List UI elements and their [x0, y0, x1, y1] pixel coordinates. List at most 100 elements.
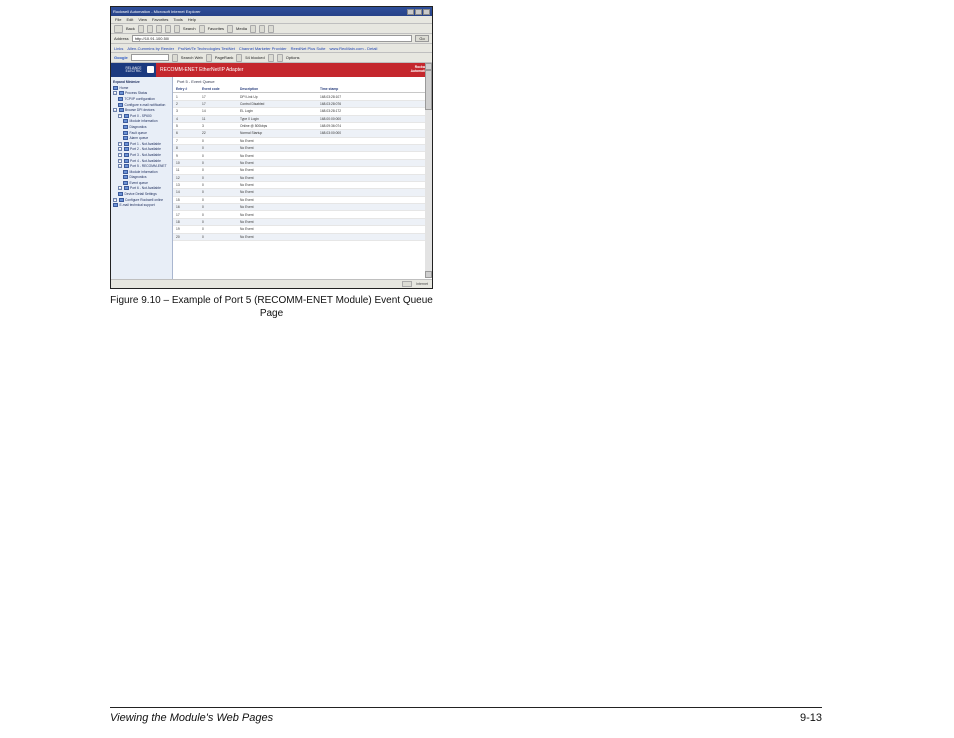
google-search-input[interactable] [131, 54, 169, 61]
folder-icon [119, 91, 124, 95]
print-button[interactable] [268, 25, 274, 33]
expand-icon[interactable]: – [113, 198, 117, 202]
links-label: Links [114, 46, 123, 51]
link-item[interactable]: Allen-Cummins by Reeder [127, 46, 174, 51]
favorites-icon[interactable] [199, 25, 205, 33]
tree-node[interactable]: –Configure Rockwell online [113, 197, 170, 203]
back-button[interactable] [114, 25, 123, 33]
folder-icon [113, 86, 118, 90]
nav-tree: Expand Minimize Home–Process StatusTCP/I… [111, 77, 173, 288]
folder-icon [123, 136, 128, 140]
scroll-thumb[interactable] [425, 70, 432, 110]
cell: 17 [199, 100, 237, 107]
cell [317, 159, 432, 166]
google-searchweb-label[interactable]: Search Web [181, 55, 203, 60]
table-row: 53Online @ 500kbps168.09:36:074 [173, 122, 432, 129]
cell: Online @ 500kbps [237, 122, 317, 129]
expand-icon[interactable]: – [118, 159, 122, 163]
menu-help[interactable]: Help [188, 17, 196, 22]
event-queue-table: Entry # Event code Description Time stam… [173, 86, 432, 241]
options-icon[interactable] [277, 54, 283, 62]
history-button[interactable] [250, 25, 256, 33]
cell: 168.03:00:000 [317, 130, 432, 137]
link-item[interactable]: www.RecMain.com - Detail [330, 46, 378, 51]
tree-node[interactable]: Configure e-mail notification [113, 102, 170, 108]
link-item[interactable]: ProNet/Te Technologies TestNet [178, 46, 235, 51]
expand-icon[interactable]: – [118, 153, 122, 157]
google-search-button[interactable] [172, 54, 178, 62]
link-item[interactable]: Channel Marketer Provider [239, 46, 287, 51]
cell: 0 [199, 189, 237, 196]
table-row: 411Type 0 Login168.00:00:000 [173, 115, 432, 122]
expand-icon[interactable]: – [113, 91, 117, 95]
favorites-label: Favorites [208, 26, 224, 31]
popup-blocked-icon[interactable] [236, 54, 242, 62]
table-row: 120No Event [173, 174, 432, 181]
autofill-icon[interactable] [268, 54, 274, 62]
google-toolbar: Google Search Web PageRank 54 blocked Op… [111, 53, 432, 63]
address-value: http://10.91.100.50/ [135, 36, 169, 41]
folder-icon [123, 125, 128, 129]
stop-button[interactable] [147, 25, 153, 33]
folder-icon [118, 103, 123, 107]
cell: 168.03:28:076 [317, 100, 432, 107]
go-button[interactable]: Go [415, 35, 429, 42]
expand-icon[interactable]: – [118, 186, 122, 190]
mail-button[interactable] [259, 25, 265, 33]
expand-icon[interactable]: – [118, 142, 122, 146]
caption-line2: Page [260, 308, 283, 319]
menu-tools[interactable]: Tools [173, 17, 182, 22]
expand-icon[interactable]: – [118, 114, 122, 118]
tree-node-label: Configure e-mail notification [125, 103, 166, 107]
cell: No Event [237, 218, 317, 225]
cell: 0 [199, 233, 237, 240]
cell: No Event [237, 159, 317, 166]
cell: 3 [199, 122, 237, 129]
vertical-scrollbar[interactable] [425, 63, 432, 278]
forward-button[interactable] [138, 25, 144, 33]
cell [317, 145, 432, 152]
figure-frame: Rockwell Automation - Microsoft Internet… [110, 6, 433, 289]
scroll-up-icon[interactable] [425, 63, 432, 70]
link-item[interactable]: ReedNet Plus Suite [291, 46, 326, 51]
footer-page-number: 9-13 [800, 712, 822, 724]
brand-block: RELIANCE ELECTRIC [111, 63, 156, 77]
tree-node-label: Port 5 - RECOMM-ENET [130, 164, 167, 168]
menu-favorites[interactable]: Favorites [152, 17, 168, 22]
expand-icon[interactable]: – [118, 164, 122, 168]
refresh-button[interactable] [156, 25, 162, 33]
page-footer: Viewing the Module's Web Pages 9-13 [110, 707, 822, 724]
tree-node-label: TCP/IP configuration [125, 97, 155, 101]
folder-icon [119, 198, 124, 202]
minimize-icon[interactable] [407, 9, 414, 15]
options-label[interactable]: Options [286, 55, 300, 60]
menu-edit[interactable]: Edit [126, 17, 133, 22]
media-icon[interactable] [227, 25, 233, 33]
search-icon[interactable] [174, 25, 180, 33]
main-panel: Port 5 - Event Queue Entry # Event code … [173, 77, 432, 288]
tree-node[interactable]: E-mail technical support [113, 202, 170, 208]
cell: DPI Link Up [237, 93, 317, 100]
expand-icon[interactable]: – [113, 108, 117, 112]
cell: 168.00:00:000 [317, 115, 432, 122]
table-row: 90No Event [173, 152, 432, 159]
tree-node[interactable]: – Port 5 - RECOMM-ENET [113, 163, 170, 169]
google-brand: Google [114, 55, 128, 60]
pagerank-label: PageRank [215, 55, 234, 60]
close-icon[interactable] [423, 9, 430, 15]
maximize-icon[interactable] [415, 9, 422, 15]
tree-node-label: Diagnostics [130, 175, 147, 179]
menu-file[interactable]: File [115, 17, 121, 22]
brand-line2: ELECTRIC [126, 70, 142, 73]
page-title: Port 5 - Event Queue [173, 77, 432, 86]
expand-icon[interactable]: – [118, 147, 122, 151]
cell: 22 [199, 130, 237, 137]
cell: 1 [173, 93, 199, 100]
menu-view[interactable]: View [138, 17, 147, 22]
table-row: 200No Event [173, 233, 432, 240]
tree-node-label: Process Status [125, 91, 147, 95]
address-input[interactable]: http://10.91.100.50/ [132, 35, 412, 42]
scroll-down-icon[interactable] [425, 271, 432, 278]
product-title: RECOMM-ENET EtherNet/IP Adapter [156, 63, 396, 77]
home-button[interactable] [165, 25, 171, 33]
